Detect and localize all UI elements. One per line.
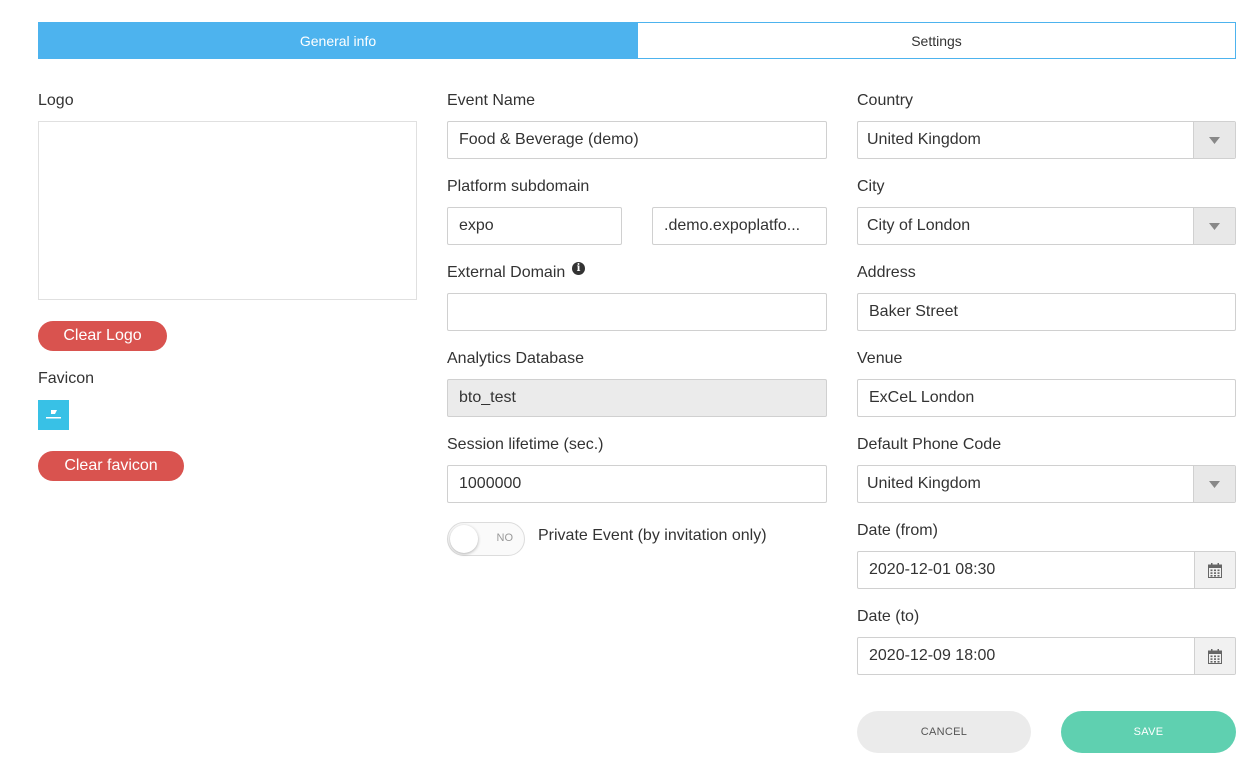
favicon-label: Favicon: [38, 370, 95, 387]
subdomain-suffix-value: .demo.expoplatfo...: [664, 217, 801, 234]
chevron-down-icon[interactable]: [1193, 208, 1235, 244]
address-value: Baker Street: [869, 303, 958, 320]
chevron-down-icon[interactable]: [1193, 466, 1235, 502]
default-phone-code-select[interactable]: United Kingdom: [857, 465, 1236, 503]
clear-logo-button[interactable]: Clear Logo: [38, 321, 167, 351]
logo-label: Logo: [38, 92, 74, 109]
private-event-label: Private Event (by invitation only): [538, 527, 767, 544]
private-event-toggle[interactable]: NO: [447, 522, 525, 556]
subdomain-label: Platform subdomain: [447, 178, 590, 195]
city-select[interactable]: City of London: [857, 207, 1236, 245]
event-name-label: Event Name: [447, 92, 536, 109]
analytics-database-field: bto_test: [447, 379, 827, 417]
city-value: City of London: [867, 217, 971, 234]
default-phone-code-value: United Kingdom: [867, 475, 981, 492]
date-to-label: Date (to): [857, 608, 920, 625]
session-lifetime-input[interactable]: 1000000: [447, 465, 827, 503]
clear-favicon-button[interactable]: Clear favicon: [38, 451, 184, 481]
venue-input[interactable]: ExCeL London: [857, 379, 1236, 417]
external-domain-label: External Domain: [447, 264, 566, 281]
default-phone-code-label: Default Phone Code: [857, 436, 1002, 453]
date-to-input[interactable]: 2020-12-09 18:00: [857, 637, 1236, 675]
external-domain-input[interactable]: [447, 293, 827, 331]
session-lifetime-label: Session lifetime (sec.): [447, 436, 604, 453]
toggle-state-text: NO: [496, 532, 514, 544]
subdomain-value: expo: [459, 217, 494, 234]
save-button[interactable]: SAVE: [1061, 711, 1236, 753]
date-from-input[interactable]: 2020-12-01 08:30: [857, 551, 1236, 589]
country-value: United Kingdom: [867, 131, 981, 148]
favicon-image: [38, 400, 69, 430]
subdomain-suffix-field: .demo.expoplatfo...: [652, 207, 827, 245]
analytics-database-label: Analytics Database: [447, 350, 584, 367]
city-label: City: [857, 178, 885, 195]
calendar-icon[interactable]: [1194, 552, 1235, 588]
address-label: Address: [857, 264, 916, 281]
subdomain-input[interactable]: expo: [447, 207, 622, 245]
country-select[interactable]: United Kingdom: [857, 121, 1236, 159]
date-to-value: 2020-12-09 18:00: [869, 647, 996, 664]
event-name-input[interactable]: Food & Beverage (demo): [447, 121, 827, 159]
country-label: Country: [857, 92, 914, 109]
info-icon[interactable]: i: [572, 262, 585, 275]
calendar-icon[interactable]: [1194, 638, 1235, 674]
date-from-label: Date (from): [857, 522, 938, 539]
event-name-value: Food & Beverage (demo): [459, 131, 639, 148]
venue-value: ExCeL London: [869, 389, 975, 406]
venue-label: Venue: [857, 350, 903, 367]
logo-upload-area[interactable]: [38, 121, 417, 300]
chevron-down-icon[interactable]: [1193, 122, 1235, 158]
cancel-button[interactable]: CANCEL: [857, 711, 1031, 753]
date-from-value: 2020-12-01 08:30: [869, 561, 996, 578]
session-lifetime-value: 1000000: [459, 475, 522, 492]
address-input[interactable]: Baker Street: [857, 293, 1236, 331]
tab-general-info[interactable]: General info: [38, 22, 638, 59]
analytics-database-value: bto_test: [459, 389, 516, 406]
toggle-knob: [450, 525, 478, 553]
favicon-logo-icon: [46, 410, 61, 419]
tab-settings[interactable]: Settings: [637, 22, 1236, 59]
